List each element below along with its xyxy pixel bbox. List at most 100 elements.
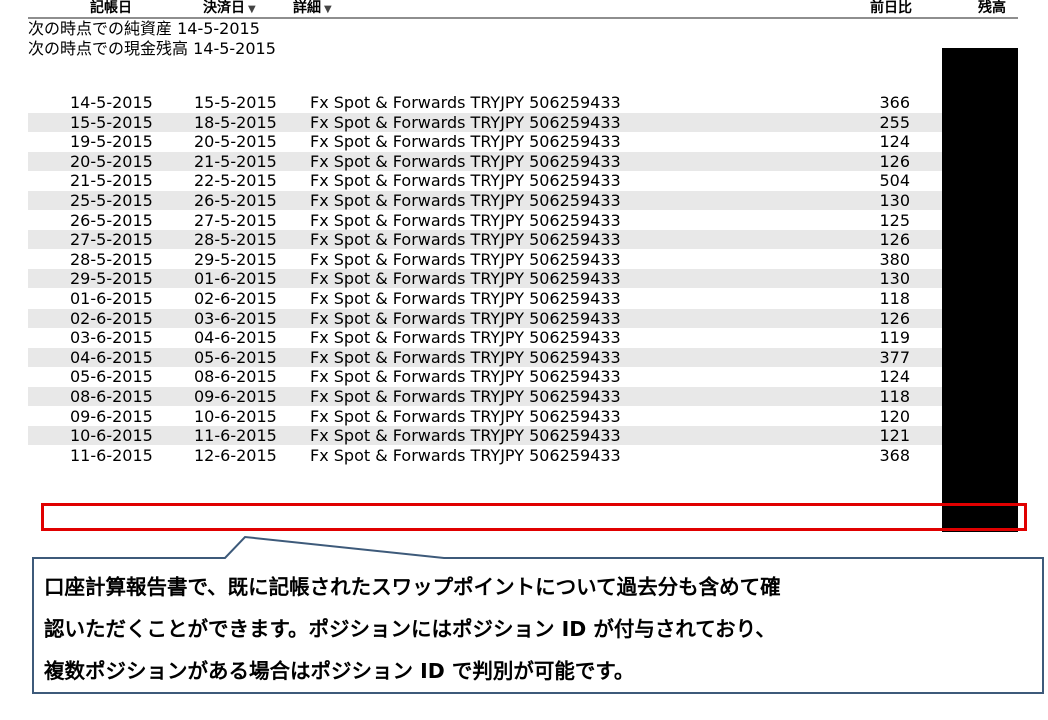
table-row[interactable]: 25-5-2015 26-5-2015 Fx Spot & Forwards TRY… [28, 191, 942, 210]
record-date-cell: 19-5-2015 [70, 132, 153, 152]
column-header-detail[interactable]: 詳細 ▼ [293, 1, 332, 17]
description-cell: Fx Spot & Forwards TRYJPY 506259433 [310, 387, 621, 406]
change-amount-cell: 121 [879, 426, 910, 446]
change-amount-cell: 126 [879, 308, 910, 328]
callout-line: 複数ポジションがある場合はポジション ID で判別が可能です。 [44, 659, 635, 683]
table-row[interactable]: 26-5-2015 27-5-2015 Fx Spot & Forwards TRY… [28, 211, 942, 230]
sort-down-icon[interactable]: ▼ [248, 4, 256, 15]
record-date-cell: 14-5-2015 [70, 93, 153, 112]
description-cell: Fx Spot & Forwards TRYJPY 506259433 [310, 289, 621, 308]
change-amount-cell: 377 [879, 347, 910, 367]
settle-date-cell: 15-5-2015 [194, 93, 277, 112]
description-cell: Fx Spot & Forwards TRYJPY 506259433 [310, 249, 621, 269]
table-row[interactable]: 10-6-2015 11-6-2015 Fx Spot & Forwards TRY… [28, 426, 942, 446]
settle-date-cell: 18-5-2015 [194, 112, 277, 132]
description-cell: Fx Spot & Forwards TRYJPY 506259433 [310, 171, 621, 191]
table-row[interactable]: 04-6-2015 05-6-2015 Fx Spot & Forwards TRY… [28, 347, 942, 367]
settle-date-cell: 05-6-2015 [194, 347, 277, 367]
sort-down-icon[interactable]: ▼ [324, 4, 332, 15]
change-amount-cell: 255 [879, 112, 910, 132]
settle-date-cell: 03-6-2015 [194, 308, 277, 328]
settle-date-cell: 10-6-2015 [194, 406, 277, 426]
change-amount-cell: 118 [879, 289, 910, 308]
column-header-change[interactable]: 前日比 [870, 1, 912, 15]
description-cell: Fx Spot & Forwards TRYJPY 506259433 [310, 230, 621, 250]
change-amount-cell: 125 [879, 210, 910, 230]
cash-balance-summary: 次の時点での現金残高 14-5-2015 [28, 39, 276, 58]
change-amount-cell: 126 [879, 151, 910, 171]
table-row[interactable]: 19-5-2015 20-5-2015 Fx Spot & Forwards TRY… [28, 132, 942, 151]
table-row[interactable]: 29-5-2015 01-6-2015 Fx Spot & Forwards TRY… [28, 269, 942, 289]
settle-date-cell: 12-6-2015 [194, 445, 277, 465]
description-cell: Fx Spot & Forwards TRYJPY 506259433 [310, 151, 621, 171]
change-amount-cell: 118 [879, 387, 910, 406]
record-date-cell: 29-5-2015 [70, 269, 153, 289]
settle-date-cell: 20-5-2015 [194, 132, 277, 152]
callout-line: 認いただくことができます。ポジションにはポジション ID が付与されており、 [44, 617, 776, 641]
settle-date-cell: 22-5-2015 [194, 171, 277, 191]
table-row[interactable]: 27-5-2015 28-5-2015 Fx Spot & Forwards TRY… [28, 230, 942, 250]
record-date-cell: 05-6-2015 [70, 367, 153, 387]
description-cell: Fx Spot & Forwards TRYJPY 506259433 [310, 347, 621, 367]
settle-date-cell: 01-6-2015 [194, 269, 277, 289]
table-row[interactable]: 03-6-2015 04-6-2015 Fx Spot & Forwards TRY… [28, 328, 942, 347]
record-date-cell: 28-5-2015 [70, 249, 153, 269]
record-date-cell: 08-6-2015 [70, 387, 153, 406]
column-header-record-date[interactable]: 記帳日 [90, 1, 132, 15]
settle-date-cell: 02-6-2015 [194, 289, 277, 308]
change-amount-cell: 124 [879, 132, 910, 152]
description-cell: Fx Spot & Forwards TRYJPY 506259433 [310, 367, 621, 387]
table-row[interactable]: 20-5-2015 21-5-2015 Fx Spot & Forwards TRY… [28, 151, 942, 171]
change-amount-cell: 120 [879, 406, 910, 426]
net-assets-summary: 次の時点での純資産 14-5-2015 [28, 19, 260, 38]
description-cell: Fx Spot & Forwards TRYJPY 506259433 [310, 112, 621, 132]
description-cell: Fx Spot & Forwards TRYJPY 506259433 [310, 406, 621, 426]
settle-date-cell: 04-6-2015 [194, 328, 277, 348]
settle-date-cell: 29-5-2015 [194, 249, 277, 269]
table-row[interactable]: 28-5-2015 29-5-2015 Fx Spot & Forwards TRY… [28, 250, 942, 269]
record-date-cell: 02-6-2015 [70, 308, 153, 328]
description-cell: Fx Spot & Forwards TRYJPY 506259433 [310, 191, 621, 210]
settle-date-cell: 21-5-2015 [194, 151, 277, 171]
record-date-cell: 26-5-2015 [70, 210, 153, 230]
settle-date-cell: 28-5-2015 [194, 230, 277, 250]
table-row[interactable]: 21-5-2015 22-5-2015 Fx Spot & Forwards TRY… [28, 171, 942, 190]
description-cell: Fx Spot & Forwards TRYJPY 506259433 [310, 210, 621, 230]
record-date-cell: 11-6-2015 [70, 445, 153, 465]
description-cell: Fx Spot & Forwards TRYJPY 506259433 [310, 269, 621, 289]
column-header-settle-date[interactable]: 決済日 ▼ [203, 1, 256, 17]
description-cell: Fx Spot & Forwards TRYJPY 506259433 [310, 93, 621, 112]
callout-line: 口座計算報告書で、既に記帳されたスワップポイントについて過去分も含めて確 [44, 575, 781, 599]
record-date-cell: 15-5-2015 [70, 112, 153, 132]
table-row[interactable]: 05-6-2015 08-6-2015 Fx Spot & Forwards TRY… [28, 367, 942, 386]
change-amount-cell: 368 [879, 445, 910, 465]
column-header-balance[interactable]: 残高 [978, 1, 1006, 15]
change-amount-cell: 124 [879, 367, 910, 387]
settle-date-cell: 11-6-2015 [194, 426, 277, 446]
record-date-cell: 27-5-2015 [70, 230, 153, 250]
table-row[interactable]: 15-5-2015 18-5-2015 Fx Spot & Forwards TRY… [28, 112, 942, 132]
record-date-cell: 01-6-2015 [70, 289, 153, 308]
record-date-cell: 03-6-2015 [70, 328, 153, 348]
record-date-cell: 25-5-2015 [70, 191, 153, 210]
table-row[interactable]: 14-5-2015 15-5-2015 Fx Spot & Forwards TRY… [28, 93, 942, 112]
change-amount-cell: 366 [879, 93, 910, 112]
redacted-balance-column [942, 48, 1018, 532]
table-row[interactable]: 09-6-2015 10-6-2015 Fx Spot & Forwards TRY… [28, 407, 942, 426]
change-amount-cell: 119 [879, 328, 910, 348]
table-row[interactable]: 01-6-2015 02-6-2015 Fx Spot & Forwards TRY… [28, 289, 942, 308]
highlight-box [41, 503, 1027, 531]
table-row[interactable]: 08-6-2015 09-6-2015 Fx Spot & Forwards TRY… [28, 387, 942, 406]
change-amount-cell: 130 [879, 191, 910, 210]
change-amount-cell: 130 [879, 269, 910, 289]
table-row[interactable]: 11-6-2015 12-6-2015 Fx Spot & Forwards TRY… [28, 446, 942, 465]
description-cell: Fx Spot & Forwards TRYJPY 506259433 [310, 328, 621, 348]
settle-date-cell: 26-5-2015 [194, 191, 277, 210]
table-row[interactable]: 02-6-2015 03-6-2015 Fx Spot & Forwards TRY… [28, 308, 942, 328]
description-cell: Fx Spot & Forwards TRYJPY 506259433 [310, 308, 621, 328]
change-amount-cell: 504 [879, 171, 910, 191]
record-date-cell: 10-6-2015 [70, 426, 153, 446]
change-amount-cell: 380 [879, 249, 910, 269]
record-date-cell: 20-5-2015 [70, 151, 153, 171]
change-amount-cell: 126 [879, 230, 910, 250]
